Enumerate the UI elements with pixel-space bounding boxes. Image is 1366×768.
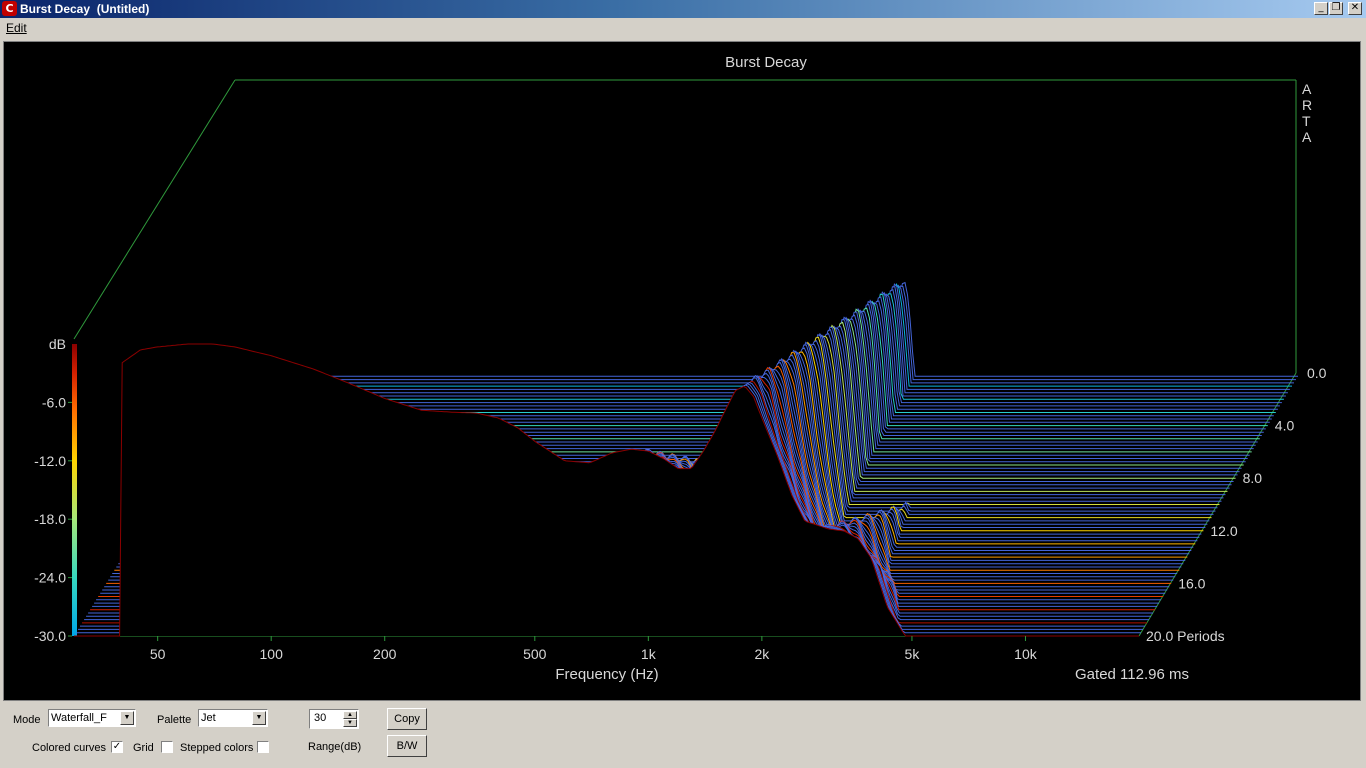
x-tick-label: 50 (150, 646, 166, 662)
x-tick-label: 200 (373, 646, 397, 662)
copy-button[interactable]: Copy (387, 708, 427, 730)
palette-label: Palette (157, 714, 192, 726)
bw-button[interactable]: B/W (387, 735, 427, 757)
colorbar-tick-label: -24.0 (34, 570, 66, 586)
decay-slice (231, 285, 1296, 381)
palette-select[interactable]: Jet ▼ (198, 709, 268, 727)
colored-curves-label: Colored curves (32, 742, 106, 754)
close-button[interactable]: ✕ (1348, 2, 1362, 15)
spin-down-icon[interactable]: ▼ (343, 719, 357, 727)
z-tick-label: 8.0 (1243, 470, 1263, 486)
restore-icon: ❐ (1331, 2, 1341, 13)
restore-button[interactable]: ❐ (1329, 2, 1343, 15)
minimize-icon: _ (1318, 2, 1324, 13)
gated-info: Gated 112.96 ms (1075, 666, 1189, 683)
colorbar-tick-label: -30.0 (34, 628, 66, 644)
window-title: Burst Decay (Untitled) (20, 2, 150, 16)
waterfall-curves (74, 281, 1298, 637)
brand-letter-r: R (1302, 97, 1312, 113)
chevron-down-icon[interactable]: ▼ (120, 711, 134, 725)
colorbar-ticks: -6.0 -12.0 -18.0 -24.0 -30.0 (34, 394, 72, 644)
x-tick-label: 500 (523, 646, 547, 662)
mode-value: Waterfall_F (51, 712, 107, 724)
z-tick-label: 16.0 (1178, 575, 1205, 591)
x-tick-label: 5k (905, 646, 921, 662)
range-value: 30 (314, 712, 327, 724)
colorbar-label: dB (49, 336, 66, 352)
slice-mask (226, 284, 1292, 387)
menu-edit[interactable]: Edit (6, 21, 27, 35)
colorbar (72, 344, 77, 636)
frame-left-diagonal (73, 79, 236, 340)
decay-slice (224, 283, 1290, 390)
brand-letter-a2: A (1302, 129, 1312, 145)
chevron-down-icon[interactable]: ▼ (252, 711, 266, 725)
colorbar-tick-label: -18.0 (34, 511, 66, 527)
slice-mask (74, 344, 1139, 636)
decay-slice (233, 281, 1298, 377)
z-tick-label: 4.0 (1275, 418, 1295, 434)
grid-checkbox[interactable] (161, 741, 173, 753)
colorbar-tick-label: -6.0 (42, 394, 66, 410)
mode-label: Mode (13, 714, 41, 726)
z-tick-label: 0.0 (1307, 365, 1327, 381)
waterfall-plot: Burst Decay A R T A dB -6.0 -12.0 -18.0 -24… (34, 54, 1327, 683)
z-tick-label: 20.0 Periods (1146, 628, 1225, 644)
spin-up-icon[interactable]: ▲ (343, 711, 357, 719)
x-tick-label: 1k (641, 646, 657, 662)
colored-curves-checkbox[interactable]: ✓ (111, 741, 123, 753)
x-tick-label: 100 (260, 646, 284, 662)
brand-letter-t: T (1302, 113, 1311, 129)
stepped-colors-checkbox[interactable] (257, 741, 269, 753)
colorbar-tick-label: -12.0 (34, 453, 66, 469)
plot-title: Burst Decay (725, 54, 807, 71)
decay-slice (229, 284, 1294, 384)
x-axis-label: Frequency (Hz) (555, 666, 658, 683)
title-bar: C Burst Decay (Untitled) _ ❐ ✕ (0, 0, 1366, 18)
x-tick-label: 10k (1014, 646, 1038, 662)
palette-value: Jet (201, 712, 216, 724)
close-icon: ✕ (1350, 2, 1360, 13)
waterfall-plot-panel: Burst Decay A R T A dB -6.0 -12.0 -18.0 -24… (3, 41, 1361, 701)
x-tick-label: 2k (754, 646, 770, 662)
app-icon[interactable]: C (2, 1, 17, 16)
brand-letter-a1: A (1302, 81, 1312, 97)
brand-letters: A R T A (1302, 81, 1312, 145)
decay-slice (226, 282, 1292, 387)
mode-select[interactable]: Waterfall_F ▼ (48, 709, 136, 727)
check-icon: ✓ (112, 741, 122, 752)
range-spinner[interactable]: 30 ▲ ▼ (309, 709, 359, 729)
slice-mask (228, 285, 1294, 383)
grid-label: Grid (133, 742, 154, 754)
z-tick-label: 12.0 (1210, 523, 1237, 539)
slice-mask (232, 282, 1298, 377)
x-axis-ticks: 50 100 200 500 1k 2k 5k 10k (150, 636, 1038, 662)
range-label: Range(dB) (308, 741, 362, 753)
menu-bar: Edit (0, 18, 1366, 38)
stepped-colors-label: Stepped colors (180, 742, 254, 754)
minimize-button[interactable]: _ (1314, 2, 1328, 15)
slice-mask (224, 284, 1290, 390)
slice-mask (230, 286, 1297, 380)
